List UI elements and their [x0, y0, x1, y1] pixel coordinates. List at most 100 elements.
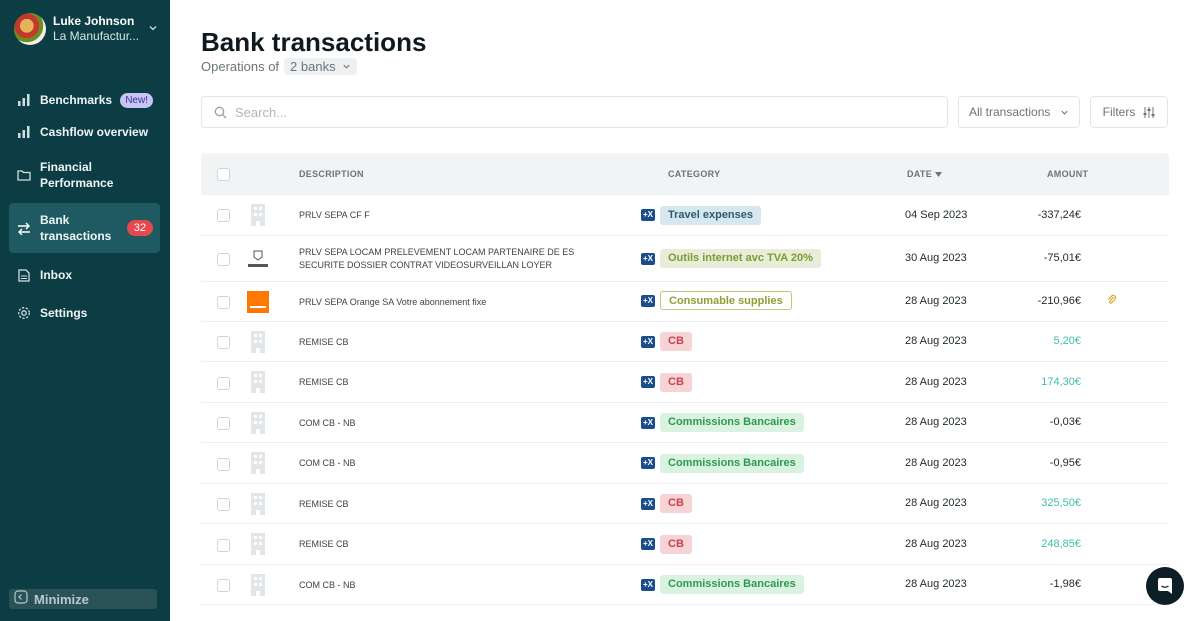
sidebar-item-settings[interactable]: Settings: [9, 304, 160, 322]
row-amount: -0,03€: [1049, 416, 1081, 428]
row-checkbox[interactable]: [217, 539, 230, 552]
sidebar-item-inbox[interactable]: Inbox: [9, 266, 160, 284]
column-date[interactable]: DATE: [907, 153, 942, 195]
table-row[interactable]: REMISE CB +X CB 28 Aug 2023 248,85€: [201, 524, 1169, 565]
column-amount[interactable]: AMOUNT: [1047, 153, 1088, 195]
avatar: [14, 13, 46, 45]
table-row[interactable]: PRLV SEPA CF F +X Travel expenses 04 Sep…: [201, 195, 1169, 236]
select-all-checkbox[interactable]: [217, 168, 230, 181]
bank-logo-icon: +X: [641, 498, 655, 510]
table-row[interactable]: COM CB - NB +X Commissions Bancaires 28 …: [201, 403, 1169, 443]
row-date: 28 Aug 2023: [905, 578, 967, 590]
table-row[interactable]: REMISE CB +X CB 28 Aug 2023 174,30€: [201, 362, 1169, 403]
filters-label: Filters: [1102, 105, 1136, 119]
row-amount: -0,95€: [1049, 457, 1081, 469]
minimize-label: Minimize: [34, 591, 89, 607]
row-checkbox[interactable]: [217, 458, 230, 471]
sidebar-item-label: Benchmarks: [40, 93, 113, 107]
row-checkbox[interactable]: [217, 498, 230, 511]
row-description: PRLV SEPA LOCAM PRELEVEMENT LOCAM PARTEN…: [299, 247, 575, 270]
row-date: 28 Aug 2023: [905, 295, 967, 307]
sidebar-item-bank-transactions[interactable]: Bank transactions 32: [9, 203, 160, 253]
collapse-icon: [14, 589, 28, 609]
filters-button[interactable]: Filters: [1090, 96, 1168, 128]
row-date: 30 Aug 2023: [905, 252, 967, 264]
building-icon: [247, 533, 269, 555]
row-date: 28 Aug 2023: [905, 335, 967, 347]
paperclip-icon[interactable]: [1107, 294, 1116, 308]
row-description: COM CB - NB: [299, 458, 356, 468]
column-description[interactable]: DESCRIPTION: [299, 153, 364, 195]
row-checkbox[interactable]: [217, 579, 230, 592]
user-switcher[interactable]: Luke Johnson La Manufactur...: [14, 12, 160, 46]
sidebar-item-cashflow[interactable]: Cashflow overview: [9, 123, 160, 141]
category-tag[interactable]: CB: [660, 373, 692, 392]
search-box[interactable]: [201, 96, 948, 128]
column-category[interactable]: CATEGORY: [668, 153, 720, 195]
row-checkbox[interactable]: [217, 209, 230, 222]
transactions-select[interactable]: All transactions: [958, 96, 1080, 128]
row-date: 28 Aug 2023: [905, 416, 967, 428]
user-org: La Manufactur...: [53, 29, 140, 43]
category-tag[interactable]: Commissions Bancaires: [660, 454, 804, 473]
building-icon: [247, 412, 269, 434]
sidebar-item-benchmarks[interactable]: Benchmarks New!: [9, 91, 160, 109]
bank-logo-icon: +X: [641, 579, 655, 591]
row-amount: -337,24€: [1037, 209, 1081, 221]
sliders-icon: [1143, 106, 1155, 118]
security-company-logo: [247, 248, 269, 270]
row-description: COM CB - NB: [299, 580, 356, 590]
bank-select-value: 2 banks: [290, 59, 336, 74]
category-tag[interactable]: Commissions Bancaires: [660, 575, 804, 594]
bank-logo-icon: +X: [641, 376, 655, 388]
user-name: Luke Johnson: [53, 14, 135, 28]
bank-logo-icon: +X: [641, 336, 655, 348]
category-tag[interactable]: Travel expenses: [660, 206, 762, 225]
row-amount: 248,85€: [1041, 538, 1081, 550]
sort-down-icon: [934, 172, 942, 177]
category-tag[interactable]: Commissions Bancaires: [660, 413, 804, 432]
building-icon: [247, 493, 269, 515]
bank-logo-icon: +X: [641, 417, 655, 429]
sidebar-item-label: Financial Performance: [40, 160, 114, 190]
category-tag[interactable]: CB: [660, 535, 692, 554]
row-description: REMISE CB: [299, 337, 349, 347]
bank-logo-icon: +X: [641, 253, 655, 265]
count-badge: 32: [126, 220, 153, 236]
chat-launcher-button[interactable]: [1146, 567, 1184, 605]
table-row[interactable]: PRLV SEPA Orange SA Votre abonnement fix…: [201, 282, 1169, 322]
search-input[interactable]: [235, 104, 835, 120]
row-checkbox[interactable]: [217, 253, 230, 266]
sidebar-item-financial-performance[interactable]: Financial Performance: [9, 158, 160, 192]
bank-logo-icon: +X: [641, 295, 655, 307]
building-icon: [247, 574, 269, 596]
row-checkbox[interactable]: [217, 296, 230, 309]
table-row[interactable]: REMISE CB +X CB 28 Aug 2023 5,20€: [201, 322, 1169, 362]
subtitle-text: Operations of: [201, 59, 280, 74]
category-tag[interactable]: CB: [660, 494, 692, 513]
table-row[interactable]: COM CB - NB +X Commissions Bancaires 28 …: [201, 443, 1169, 484]
table-row[interactable]: PRLV SEPA LOCAM PRELEVEMENT LOCAM PARTEN…: [201, 236, 1169, 282]
row-checkbox[interactable]: [217, 417, 230, 430]
row-amount: -210,96€: [1037, 295, 1081, 307]
bar-chart-icon: [16, 124, 32, 140]
page-title: Bank transactions: [201, 27, 427, 57]
orange-logo: [247, 291, 269, 313]
folder-icon: [16, 167, 32, 183]
sidebar-item-label: Inbox: [40, 268, 72, 282]
row-description: REMISE CB: [299, 499, 349, 509]
table-row[interactable]: COM CB - NB +X Commissions Bancaires 28 …: [201, 565, 1169, 605]
table-row[interactable]: REMISE CB +X CB 28 Aug 2023 325,50€: [201, 484, 1169, 524]
building-icon: [247, 331, 269, 353]
building-icon: [247, 204, 269, 226]
row-checkbox[interactable]: [217, 336, 230, 349]
category-tag[interactable]: Outils internet avc TVA 20%: [660, 249, 821, 268]
row-checkbox[interactable]: [217, 377, 230, 390]
bar-chart-icon: [16, 92, 32, 108]
row-description: PRLV SEPA Orange SA Votre abonnement fix…: [299, 297, 487, 307]
category-tag[interactable]: CB: [660, 332, 692, 351]
bank-select[interactable]: 2 banks: [284, 58, 358, 75]
minimize-button[interactable]: Minimize: [9, 589, 157, 609]
category-tag[interactable]: Consumable supplies: [660, 291, 792, 310]
chevron-down-icon: [1061, 110, 1068, 115]
